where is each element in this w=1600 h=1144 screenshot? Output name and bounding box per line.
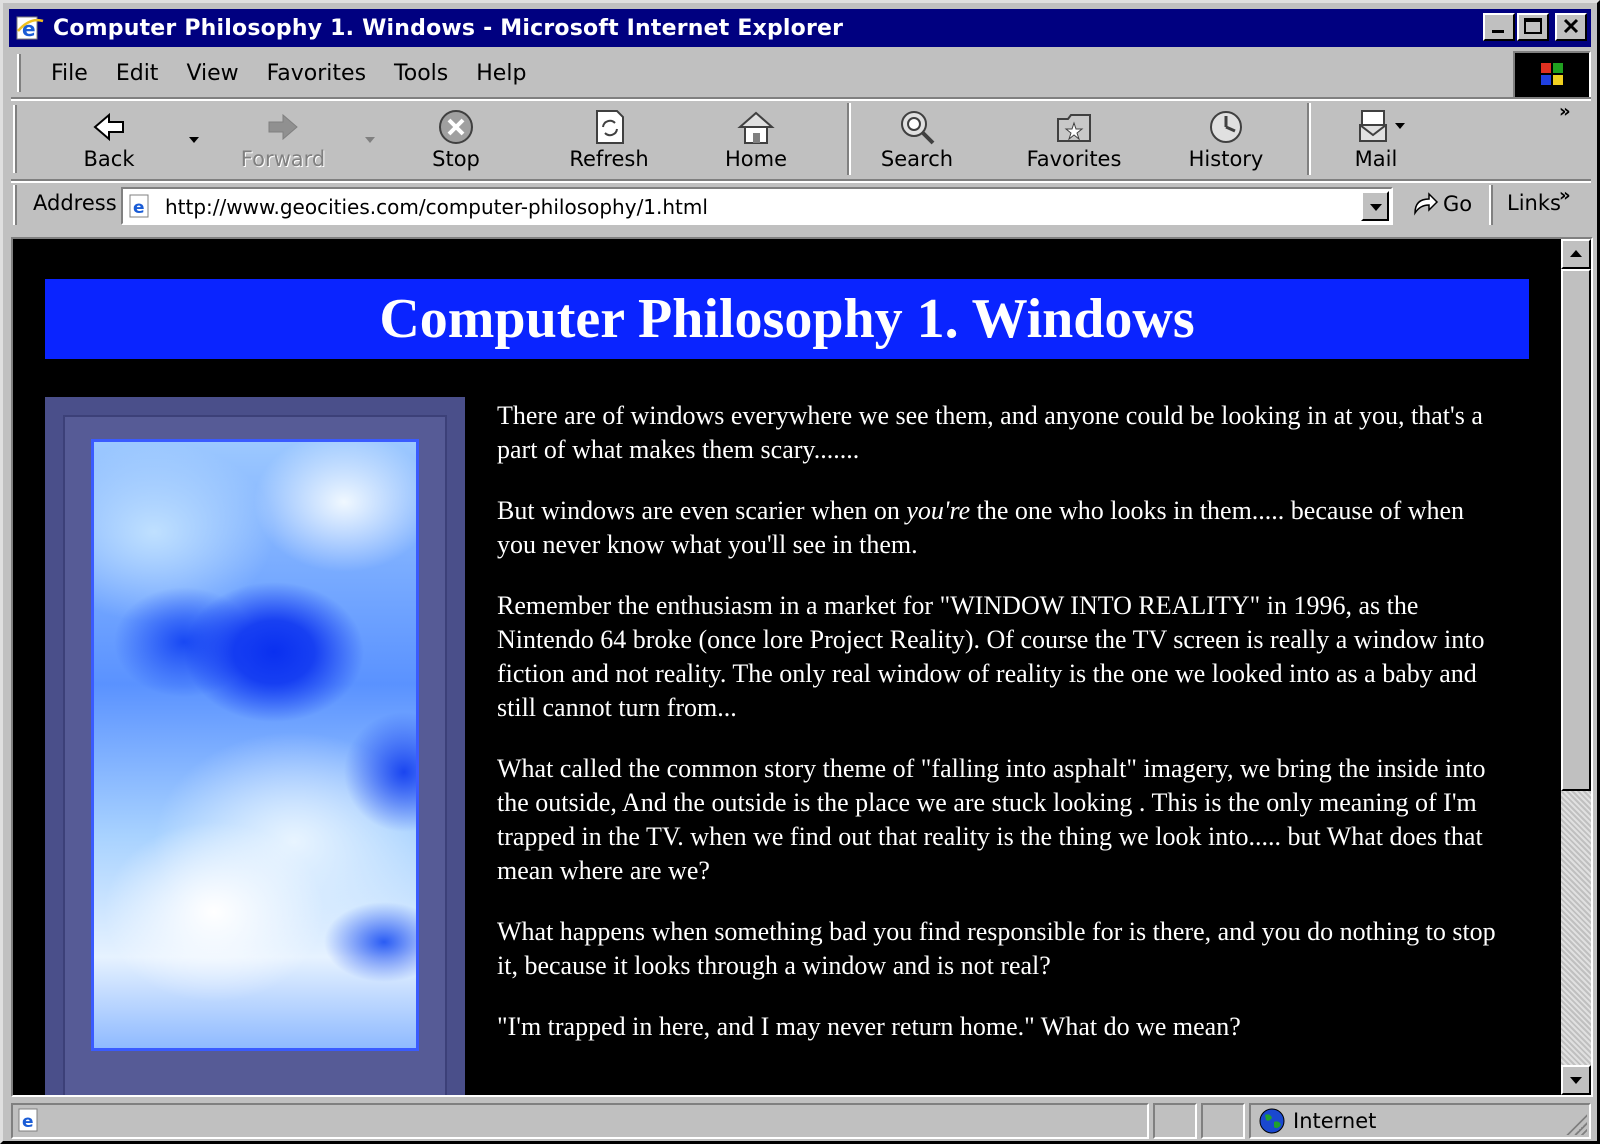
go-button[interactable]: Go xyxy=(1409,189,1472,219)
forward-button[interactable]: Forward xyxy=(233,101,333,179)
close-button[interactable] xyxy=(1555,13,1587,41)
go-label: Go xyxy=(1443,192,1473,216)
home-button[interactable]: Home xyxy=(711,101,801,179)
history-icon xyxy=(1206,107,1246,147)
refresh-button[interactable]: Refresh xyxy=(559,101,659,179)
menu-edit[interactable]: Edit xyxy=(116,61,159,86)
title-bar[interactable]: e Computer Philosophy 1. Windows - Micro… xyxy=(9,9,1591,47)
links-more-chevron-icon[interactable]: » xyxy=(1559,185,1571,206)
content-viewport: Computer Philosophy 1. Windows There are… xyxy=(11,237,1593,1097)
menu-favorites[interactable]: Favorites xyxy=(267,61,366,86)
scroll-thumb[interactable] xyxy=(1561,269,1591,791)
back-arrow-icon xyxy=(89,107,129,147)
go-arrow-icon xyxy=(1414,192,1439,216)
status-panel-progress xyxy=(1153,1103,1197,1139)
address-label: Address xyxy=(33,191,117,215)
article-text: There are of windows everywhere we see t… xyxy=(497,399,1507,1071)
menu-tools[interactable]: Tools xyxy=(394,61,448,86)
security-zone-label: Internet xyxy=(1293,1109,1377,1133)
page-status-icon: e xyxy=(18,1108,38,1132)
history-label: History xyxy=(1188,147,1264,171)
window-title: Computer Philosophy 1. Windows - Microso… xyxy=(53,15,844,41)
ie-logo-icon: e xyxy=(15,13,45,43)
toolbar-separator xyxy=(847,103,851,175)
address-dropdown-button[interactable] xyxy=(1361,191,1389,221)
resize-grip-icon[interactable] xyxy=(1561,1109,1587,1135)
emphasis-word: you're xyxy=(906,496,971,525)
windows-logo-icon xyxy=(1513,51,1591,99)
paragraph-2: But windows are even scarier when on you… xyxy=(497,496,1465,559)
mail-icon xyxy=(1356,107,1396,147)
favorites-folder-icon xyxy=(1054,107,1094,147)
forward-label: Forward xyxy=(240,147,326,171)
vertical-scrollbar[interactable] xyxy=(1561,239,1591,1095)
stop-label: Stop xyxy=(432,147,480,171)
back-label: Back xyxy=(83,147,135,171)
address-input[interactable]: e http://www.geocities.com/computer-phil… xyxy=(121,187,1393,225)
paragraph-1: There are of windows everywhere we see t… xyxy=(497,401,1483,464)
toolbar-separator xyxy=(1307,103,1311,175)
scroll-up-button[interactable] xyxy=(1561,239,1591,269)
paragraph-4: What called the common story theme of "f… xyxy=(497,754,1486,885)
refresh-label: Refresh xyxy=(569,147,649,171)
window-sky-image xyxy=(45,397,465,1095)
status-bar: e Internet xyxy=(11,1101,1591,1141)
browser-window: e Computer Philosophy 1. Windows - Micro… xyxy=(0,0,1600,1144)
window-frame xyxy=(63,415,447,1095)
forward-dropdown-icon[interactable] xyxy=(365,137,375,143)
forward-arrow-icon xyxy=(263,107,303,147)
toolbar-grip[interactable] xyxy=(17,54,21,92)
menu-view[interactable]: View xyxy=(186,61,238,86)
home-icon xyxy=(736,107,776,147)
search-icon xyxy=(897,107,937,147)
paragraph-3: Remember the enthusiasm in a market for … xyxy=(497,591,1485,722)
maximize-button[interactable] xyxy=(1517,13,1549,41)
svg-text:e: e xyxy=(133,198,145,218)
home-label: Home xyxy=(724,147,787,171)
links-button[interactable]: Links xyxy=(1507,191,1561,215)
stop-icon xyxy=(436,107,476,147)
refresh-icon xyxy=(589,107,629,147)
stop-button[interactable]: Stop xyxy=(411,101,501,179)
cloudy-sky-pane xyxy=(91,439,419,1051)
back-button[interactable]: Back xyxy=(61,101,157,179)
menu-help[interactable]: Help xyxy=(476,61,526,86)
menu-file[interactable]: File xyxy=(51,61,88,86)
svg-text:e: e xyxy=(22,1112,34,1132)
search-button[interactable]: Search xyxy=(869,101,965,179)
menu-bar: File Edit View Favorites Tools Help xyxy=(11,51,1519,95)
search-label: Search xyxy=(880,147,954,171)
page-title: Computer Philosophy 1. Windows xyxy=(45,279,1529,359)
page-ie-icon: e xyxy=(127,193,153,219)
links-grip[interactable] xyxy=(1489,185,1493,225)
back-dropdown-icon[interactable] xyxy=(189,137,199,143)
paragraph-5: What happens when something bad you find… xyxy=(497,917,1496,980)
status-panel-security xyxy=(1201,1103,1245,1139)
toolbar-grip[interactable] xyxy=(13,185,17,225)
mail-button[interactable]: Mail xyxy=(1331,101,1421,179)
history-button[interactable]: History xyxy=(1171,101,1281,179)
status-zone-panel: Internet xyxy=(1249,1103,1591,1139)
minimize-button[interactable] xyxy=(1483,13,1515,41)
favorites-label: Favorites xyxy=(1026,147,1122,171)
status-text-panel: e xyxy=(11,1103,1149,1139)
toolbar-more-chevron-icon[interactable]: » xyxy=(1559,101,1571,122)
scroll-down-button[interactable] xyxy=(1561,1065,1591,1095)
toolbar-grip[interactable] xyxy=(13,105,17,173)
web-page: Computer Philosophy 1. Windows There are… xyxy=(13,239,1561,1095)
address-url[interactable]: http://www.geocities.com/computer-philos… xyxy=(165,195,708,219)
paragraph-6: "I'm trapped in here, and I may never re… xyxy=(497,1012,1241,1041)
favorites-button[interactable]: Favorites xyxy=(1011,101,1137,179)
mail-label: Mail xyxy=(1354,147,1398,171)
mail-dropdown-icon[interactable] xyxy=(1395,123,1405,129)
internet-globe-icon xyxy=(1259,1108,1285,1134)
address-bar: Address e http://www.geocities.com/compu… xyxy=(11,183,1591,227)
standard-toolbar: Back Forward Stop Refresh Home Search Fa… xyxy=(11,101,1591,179)
